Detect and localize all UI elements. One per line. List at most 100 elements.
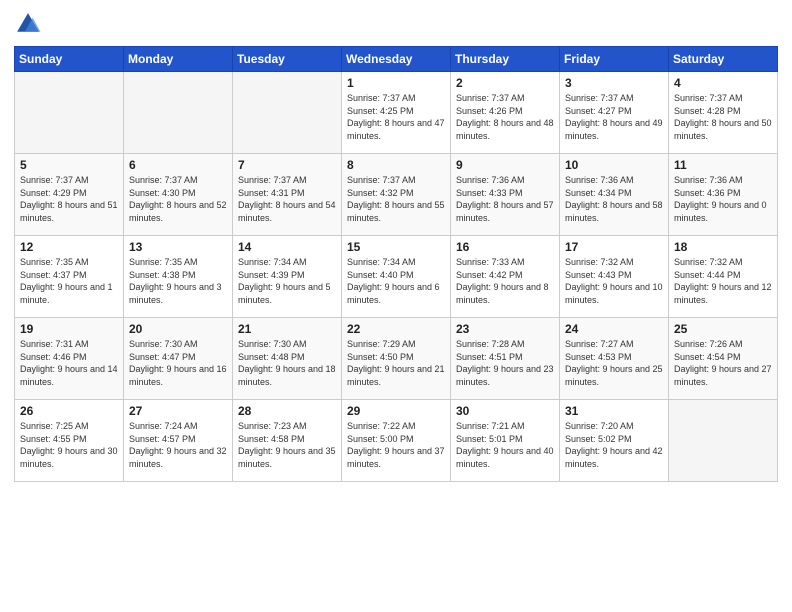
day-info: Sunrise: 7:31 AM Sunset: 4:46 PM Dayligh… (20, 338, 118, 388)
day-cell: 5Sunrise: 7:37 AM Sunset: 4:29 PM Daylig… (15, 154, 124, 236)
header (14, 10, 778, 38)
weekday-header-monday: Monday (124, 47, 233, 72)
day-number: 19 (20, 322, 118, 336)
day-cell: 19 Sunrise: 7:31 AM Sunset: 4:46 PM Dayli… (15, 318, 124, 400)
week-row-5: 26 Sunrise: 7:25 AM Sunset: 4:55 PM Dayli… (15, 400, 778, 482)
day-number: 9 (456, 158, 554, 172)
day-number: 6 (129, 158, 227, 172)
day-info: Sunrise: 7:22 AM Sunset: 5:00 PM Dayligh… (347, 420, 445, 470)
day-cell: 7 Sunrise: 7:37 AM Sunset: 4:31 PM Daylig… (233, 154, 342, 236)
day-cell: 1Sunrise: 7:37 AM Sunset: 4:25 PM Daylig… (342, 72, 451, 154)
day-cell: 3 Sunrise: 7:37 AM Sunset: 4:27 PM Daylig… (560, 72, 669, 154)
day-cell: 20 Sunrise: 7:30 AM Sunset: 4:47 PM Dayli… (124, 318, 233, 400)
day-cell: 18Sunrise: 7:32 AM Sunset: 4:44 PM Dayli… (669, 236, 778, 318)
weekday-header-wednesday: Wednesday (342, 47, 451, 72)
day-cell: 30 Sunrise: 7:21 AM Sunset: 5:01 PM Dayli… (451, 400, 560, 482)
day-cell: 14Sunrise: 7:34 AM Sunset: 4:39 PM Dayli… (233, 236, 342, 318)
day-info: Sunrise: 7:35 AM Sunset: 4:37 PM Dayligh… (20, 256, 118, 306)
day-info: Sunrise: 7:30 AM Sunset: 4:48 PM Dayligh… (238, 338, 336, 388)
day-cell: 28Sunrise: 7:23 AM Sunset: 4:58 PM Dayli… (233, 400, 342, 482)
week-row-2: 5Sunrise: 7:37 AM Sunset: 4:29 PM Daylig… (15, 154, 778, 236)
day-number: 10 (565, 158, 663, 172)
day-cell: 4Sunrise: 7:37 AM Sunset: 4:28 PM Daylig… (669, 72, 778, 154)
weekday-header-friday: Friday (560, 47, 669, 72)
day-info: Sunrise: 7:26 AM Sunset: 4:54 PM Dayligh… (674, 338, 772, 388)
day-number: 27 (129, 404, 227, 418)
day-info: Sunrise: 7:36 AM Sunset: 4:33 PM Dayligh… (456, 174, 554, 224)
day-info: Sunrise: 7:36 AM Sunset: 4:36 PM Dayligh… (674, 174, 772, 224)
day-number: 26 (20, 404, 118, 418)
day-number: 11 (674, 158, 772, 172)
day-number: 20 (129, 322, 227, 336)
day-number: 7 (238, 158, 336, 172)
day-number: 21 (238, 322, 336, 336)
day-cell: 31 Sunrise: 7:20 AM Sunset: 5:02 PM Dayli… (560, 400, 669, 482)
weekday-header-saturday: Saturday (669, 47, 778, 72)
day-info: Sunrise: 7:27 AM Sunset: 4:53 PM Dayligh… (565, 338, 663, 388)
day-cell: 29 Sunrise: 7:22 AM Sunset: 5:00 PM Dayli… (342, 400, 451, 482)
day-cell: 12 Sunrise: 7:35 AM Sunset: 4:37 PM Dayli… (15, 236, 124, 318)
day-cell: 26 Sunrise: 7:25 AM Sunset: 4:55 PM Dayli… (15, 400, 124, 482)
day-info: Sunrise: 7:35 AM Sunset: 4:38 PM Dayligh… (129, 256, 227, 306)
day-number: 30 (456, 404, 554, 418)
day-number: 22 (347, 322, 445, 336)
weekday-header-tuesday: Tuesday (233, 47, 342, 72)
day-cell: 6 Sunrise: 7:37 AM Sunset: 4:30 PM Daylig… (124, 154, 233, 236)
day-info: Sunrise: 7:37 AM Sunset: 4:31 PM Dayligh… (238, 174, 336, 224)
day-info: Sunrise: 7:21 AM Sunset: 5:01 PM Dayligh… (456, 420, 554, 470)
day-cell (233, 72, 342, 154)
day-cell: 15Sunrise: 7:34 AM Sunset: 4:40 PM Dayli… (342, 236, 451, 318)
day-info: Sunrise: 7:37 AM Sunset: 4:32 PM Dayligh… (347, 174, 445, 224)
logo-icon (14, 10, 42, 38)
page: SundayMondayTuesdayWednesdayThursdayFrid… (0, 0, 792, 612)
day-info: Sunrise: 7:37 AM Sunset: 4:30 PM Dayligh… (129, 174, 227, 224)
day-number: 16 (456, 240, 554, 254)
day-info: Sunrise: 7:37 AM Sunset: 4:25 PM Dayligh… (347, 92, 445, 142)
day-cell: 25 Sunrise: 7:26 AM Sunset: 4:54 PM Dayli… (669, 318, 778, 400)
week-row-3: 12 Sunrise: 7:35 AM Sunset: 4:37 PM Dayli… (15, 236, 778, 318)
day-cell: 21 Sunrise: 7:30 AM Sunset: 4:48 PM Dayli… (233, 318, 342, 400)
day-number: 31 (565, 404, 663, 418)
day-cell: 22 Sunrise: 7:29 AM Sunset: 4:50 PM Dayli… (342, 318, 451, 400)
day-number: 4 (674, 76, 772, 90)
week-row-4: 19 Sunrise: 7:31 AM Sunset: 4:46 PM Dayli… (15, 318, 778, 400)
day-number: 25 (674, 322, 772, 336)
day-number: 12 (20, 240, 118, 254)
day-cell: 2 Sunrise: 7:37 AM Sunset: 4:26 PM Daylig… (451, 72, 560, 154)
day-info: Sunrise: 7:36 AM Sunset: 4:34 PM Dayligh… (565, 174, 663, 224)
day-cell: 10 Sunrise: 7:36 AM Sunset: 4:34 PM Dayli… (560, 154, 669, 236)
day-info: Sunrise: 7:28 AM Sunset: 4:51 PM Dayligh… (456, 338, 554, 388)
day-cell: 8 Sunrise: 7:37 AM Sunset: 4:32 PM Daylig… (342, 154, 451, 236)
day-cell (124, 72, 233, 154)
day-number: 13 (129, 240, 227, 254)
day-cell: 11 Sunrise: 7:36 AM Sunset: 4:36 PM Dayli… (669, 154, 778, 236)
day-info: Sunrise: 7:20 AM Sunset: 5:02 PM Dayligh… (565, 420, 663, 470)
day-info: Sunrise: 7:33 AM Sunset: 4:42 PM Dayligh… (456, 256, 554, 306)
day-number: 2 (456, 76, 554, 90)
day-info: Sunrise: 7:25 AM Sunset: 4:55 PM Dayligh… (20, 420, 118, 470)
day-number: 14 (238, 240, 336, 254)
day-number: 29 (347, 404, 445, 418)
day-cell: 23Sunrise: 7:28 AM Sunset: 4:51 PM Dayli… (451, 318, 560, 400)
calendar: SundayMondayTuesdayWednesdayThursdayFrid… (14, 46, 778, 482)
day-cell: 17 Sunrise: 7:32 AM Sunset: 4:43 PM Dayli… (560, 236, 669, 318)
day-number: 18 (674, 240, 772, 254)
day-number: 3 (565, 76, 663, 90)
day-number: 8 (347, 158, 445, 172)
day-info: Sunrise: 7:37 AM Sunset: 4:26 PM Dayligh… (456, 92, 554, 142)
day-info: Sunrise: 7:34 AM Sunset: 4:40 PM Dayligh… (347, 256, 445, 306)
day-number: 17 (565, 240, 663, 254)
week-row-1: 1Sunrise: 7:37 AM Sunset: 4:25 PM Daylig… (15, 72, 778, 154)
day-info: Sunrise: 7:32 AM Sunset: 4:43 PM Dayligh… (565, 256, 663, 306)
day-info: Sunrise: 7:29 AM Sunset: 4:50 PM Dayligh… (347, 338, 445, 388)
day-info: Sunrise: 7:37 AM Sunset: 4:27 PM Dayligh… (565, 92, 663, 142)
weekday-header-sunday: Sunday (15, 47, 124, 72)
day-number: 28 (238, 404, 336, 418)
day-cell: 24 Sunrise: 7:27 AM Sunset: 4:53 PM Dayli… (560, 318, 669, 400)
day-number: 24 (565, 322, 663, 336)
logo (14, 10, 46, 38)
day-info: Sunrise: 7:30 AM Sunset: 4:47 PM Dayligh… (129, 338, 227, 388)
weekday-header-thursday: Thursday (451, 47, 560, 72)
day-cell: 27Sunrise: 7:24 AM Sunset: 4:57 PM Dayli… (124, 400, 233, 482)
day-cell: 13 Sunrise: 7:35 AM Sunset: 4:38 PM Dayli… (124, 236, 233, 318)
